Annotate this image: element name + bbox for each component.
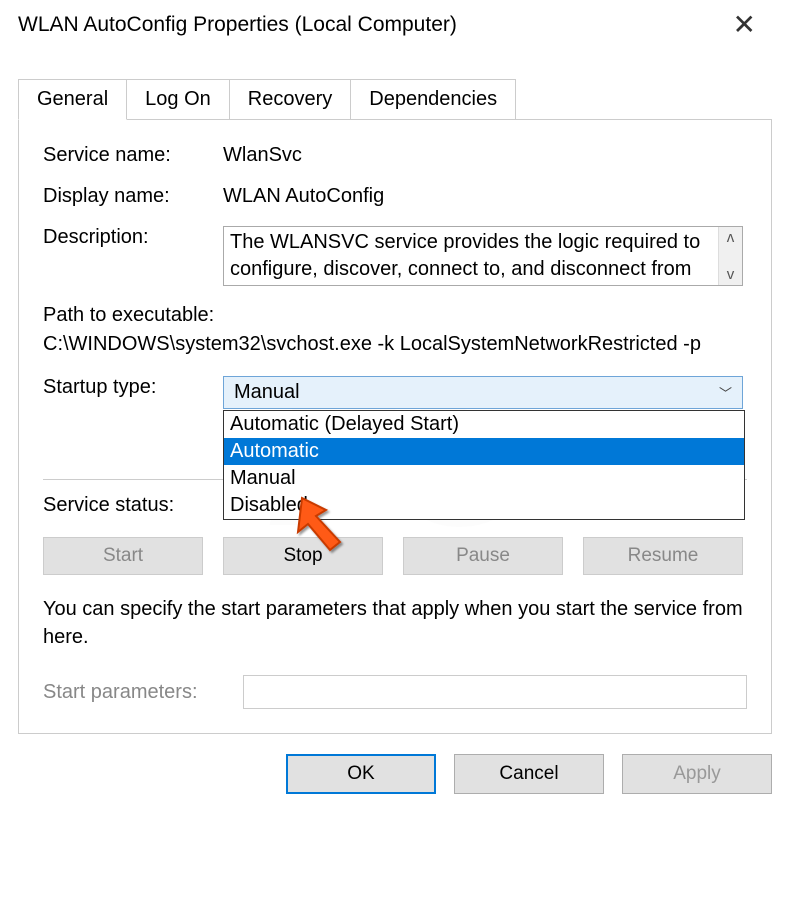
path-value: C:\WINDOWS\system32\svchost.exe -k Local… [43,333,747,356]
tab-recovery[interactable]: Recovery [230,79,351,120]
display-name-value: WLAN AutoConfig [223,185,384,208]
description-box: The WLANSVC service provides the logic r… [223,226,743,286]
tab-bar: General Log On Recovery Dependencies [18,79,790,120]
scroll-up-icon[interactable]: ʌ [719,227,742,248]
display-name-label: Display name: [43,185,223,208]
start-parameters-label: Start parameters: [43,681,243,704]
startup-type-dropdown-list: Automatic (Delayed Start) Automatic Manu… [223,410,745,520]
description-scrollbar[interactable]: ʌ v [718,227,742,285]
tab-content: Service name: WlanSvc Display name: WLAN… [18,119,772,734]
chevron-down-icon: ﹀ [719,383,732,402]
service-status-label: Service status: [43,494,223,517]
dropdown-option-automatic[interactable]: Automatic [224,438,744,465]
tab-general[interactable]: General [18,79,127,120]
help-text: You can specify the start parameters tha… [43,595,747,651]
titlebar: WLAN AutoConfig Properties (Local Comput… [0,0,790,49]
description-text: The WLANSVC service provides the logic r… [224,227,718,285]
window-title: WLAN AutoConfig Properties (Local Comput… [18,13,457,37]
ok-button[interactable]: OK [286,754,436,794]
close-icon[interactable]: ✕ [719,8,770,41]
tab-dependencies[interactable]: Dependencies [351,79,516,120]
pause-button: Pause [403,537,563,575]
service-button-row: Start Stop Pause Resume [43,537,747,575]
cancel-button[interactable]: Cancel [454,754,604,794]
service-name-label: Service name: [43,144,223,167]
tab-logon[interactable]: Log On [127,79,230,120]
start-button: Start [43,537,203,575]
description-label: Description: [43,226,223,249]
scroll-down-icon[interactable]: v [719,264,742,285]
startup-type-selected: Manual [234,381,300,404]
dialog-footer: OK Cancel Apply [0,754,772,794]
dropdown-option-disabled[interactable]: Disabled [224,492,744,519]
apply-button: Apply [622,754,772,794]
startup-type-dropdown[interactable]: Manual ﹀ Automatic (Delayed Start) Autom… [223,376,743,409]
service-name-value: WlanSvc [223,144,302,167]
start-parameters-row: Start parameters: [43,675,747,709]
dropdown-option-manual[interactable]: Manual [224,465,744,492]
path-label: Path to executable: [43,304,747,327]
dropdown-option-delayed[interactable]: Automatic (Delayed Start) [224,411,744,438]
start-parameters-input [243,675,747,709]
startup-type-label: Startup type: [43,376,223,399]
resume-button: Resume [583,537,743,575]
stop-button[interactable]: Stop [223,537,383,575]
